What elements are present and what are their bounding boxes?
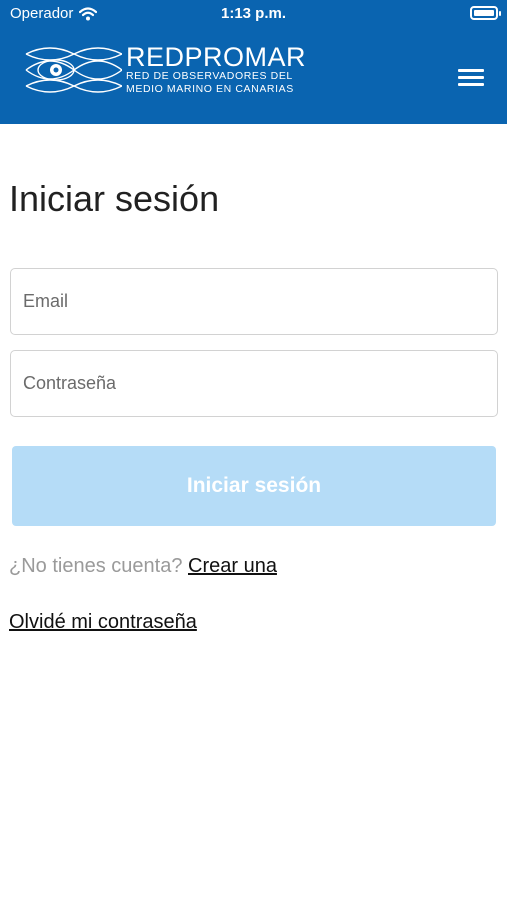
logo-title: REDPROMAR	[126, 42, 307, 72]
status-bar: Operador 1:13 p.m.	[0, 0, 507, 28]
app-header: Operador 1:13 p.m. REDPROMAR RED DE OBSE…	[0, 0, 507, 124]
forgot-password-link[interactable]: Olvidé mi contraseña	[9, 611, 197, 634]
email-field[interactable]	[10, 268, 498, 335]
status-time: 1:13 p.m.	[220, 5, 287, 22]
menu-line	[458, 83, 484, 86]
menu-line	[458, 76, 484, 79]
signup-prompt: ¿No tienes cuenta? Crear una	[9, 555, 277, 578]
menu-line	[458, 69, 484, 72]
page-title: Iniciar sesión	[9, 178, 220, 219]
logo-subtitle-line2: MEDIO MARINO EN CANARIAS	[126, 83, 294, 95]
logo-subtitle-line1: RED DE OBSERVADORES DEL	[126, 70, 293, 82]
fish-eye-logo-icon	[25, 47, 122, 93]
login-button[interactable]: Iniciar sesión	[12, 446, 496, 526]
redpromar-logo: REDPROMAR RED DE OBSERVADORES DEL MEDIO …	[24, 44, 306, 96]
hamburger-menu-icon[interactable]	[456, 66, 486, 90]
create-account-link[interactable]: Crear una	[188, 555, 277, 577]
no-account-text: ¿No tienes cuenta?	[9, 555, 183, 577]
password-field[interactable]	[10, 350, 498, 417]
battery-icon	[470, 6, 501, 20]
